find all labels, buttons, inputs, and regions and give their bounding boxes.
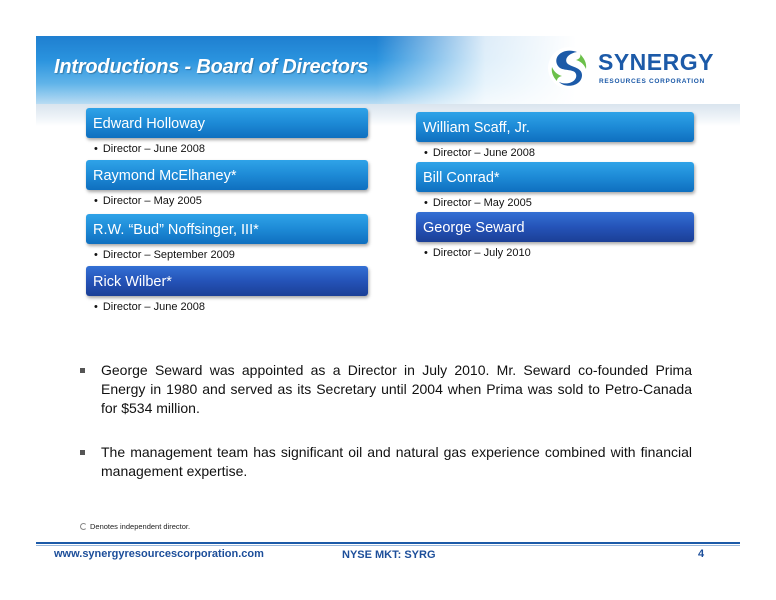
director-bud-noffsinger: R.W. “Bud” Noffsinger, III* • Director – …: [86, 214, 368, 261]
square-bullet-icon: [80, 450, 85, 455]
director-bill-conrad: Bill Conrad* • Director – May 2005: [416, 162, 694, 209]
slide-title: Introductions - Board of Directors: [54, 56, 369, 78]
director-since: • Director – May 2005: [94, 195, 202, 207]
director-name-bar: George Seward: [416, 212, 694, 242]
footer-divider: [36, 542, 740, 544]
summary-bullets: George Seward was appointed as a Directo…: [78, 361, 692, 506]
asterisk-marker-icon: [80, 523, 87, 530]
footnote: Denotes independent director.: [80, 522, 190, 531]
director-since: • Director – May 2005: [424, 197, 532, 209]
logo-wordmark: SYNERGY: [598, 49, 714, 75]
bullet-item: George Seward was appointed as a Directo…: [78, 361, 692, 418]
director-william-scaff: William Scaff, Jr. • Director – June 2008: [416, 112, 694, 159]
director-since: • Director – September 2009: [94, 249, 235, 261]
synergy-s-swirl-icon: [548, 47, 590, 89]
director-name-bar: Rick Wilber*: [86, 266, 368, 296]
director-raymond-mcelhaney: Raymond McElhaney* • Director – May 2005: [86, 160, 368, 207]
director-since: • Director – June 2008: [94, 143, 205, 155]
director-name-bar: William Scaff, Jr.: [416, 112, 694, 142]
director-name-bar: R.W. “Bud” Noffsinger, III*: [86, 214, 368, 244]
page-number: 4: [698, 548, 705, 560]
director-rick-wilber: Rick Wilber* • Director – June 2008: [86, 266, 368, 313]
director-name-bar: Bill Conrad*: [416, 162, 694, 192]
director-name-bar: Raymond McElhaney*: [86, 160, 368, 190]
square-bullet-icon: [80, 368, 85, 373]
slide: Introductions - Board of Directors SYNER…: [36, 36, 740, 564]
director-edward-holloway: Edward Holloway • Director – June 2008: [86, 108, 368, 155]
logo-subtitle: RESOURCES CORPORATION: [599, 78, 705, 85]
footer-ticker: NYSE MKT: SYRG: [342, 549, 436, 561]
bullet-item: The management team has significant oil …: [78, 443, 692, 481]
director-george-seward: George Seward • Director – July 2010: [416, 212, 694, 259]
director-since: • Director – June 2008: [94, 301, 205, 313]
director-since: • Director – June 2008: [424, 147, 535, 159]
footer-divider-thin: [36, 545, 740, 546]
director-name-bar: Edward Holloway: [86, 108, 368, 138]
director-since: • Director – July 2010: [424, 247, 531, 259]
footer-website-link[interactable]: www.synergyresourcescorporation.com: [54, 548, 264, 560]
company-logo: SYNERGY RESOURCES CORPORATION: [546, 45, 736, 95]
